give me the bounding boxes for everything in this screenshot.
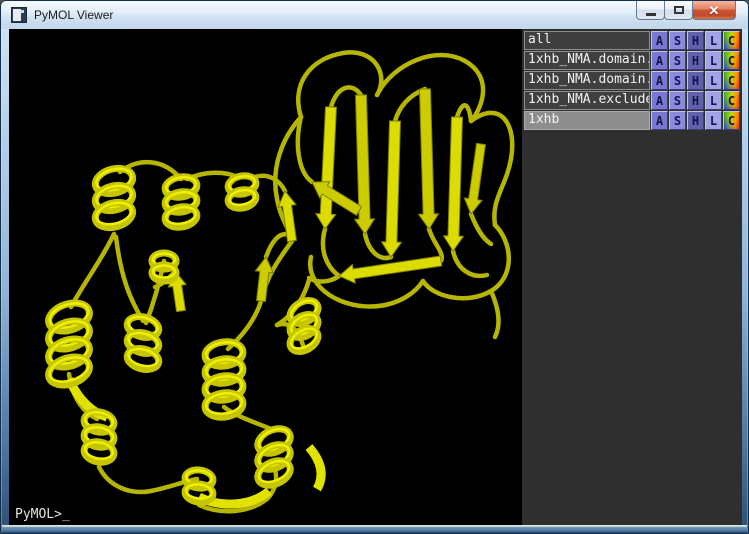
object-row: 1xhb_NMA.domain.ASHLC xyxy=(524,71,740,90)
molecule-viewport[interactable]: PyMOL>_ xyxy=(9,29,522,527)
object-s-button[interactable]: S xyxy=(669,31,686,50)
object-s-button[interactable]: S xyxy=(669,51,686,70)
titlebar[interactable]: PyMOL Viewer ✕ xyxy=(1,1,748,29)
window-controls: ✕ xyxy=(636,1,736,21)
object-panel: allASHLC1xhb_NMA.domain.ASHLC1xhb_NMA.do… xyxy=(522,31,742,131)
object-row: allASHLC xyxy=(524,31,740,50)
window-bottom-frame xyxy=(2,525,747,533)
close-button[interactable]: ✕ xyxy=(692,1,736,20)
object-c-button[interactable]: C xyxy=(723,51,740,70)
object-a-button[interactable]: A xyxy=(651,31,668,50)
object-s-button[interactable]: S xyxy=(669,91,686,110)
client-area: PyMOL>_ allASHLC1xhb_NMA.domain.ASHLC1xh… xyxy=(9,29,742,527)
object-a-button[interactable]: A xyxy=(651,51,668,70)
protein-structure xyxy=(9,29,522,527)
object-s-button[interactable]: S xyxy=(669,71,686,90)
maximize-button[interactable] xyxy=(664,1,693,20)
object-row: 1xhb_NMA.domain.ASHLC xyxy=(524,51,740,70)
object-l-button[interactable]: L xyxy=(705,51,722,70)
object-name[interactable]: 1xhb_NMA.exclude xyxy=(524,91,650,110)
object-c-button[interactable]: C xyxy=(723,111,740,130)
maximize-icon xyxy=(674,6,684,14)
object-l-button[interactable]: L xyxy=(705,111,722,130)
object-row: 1xhbASHLC xyxy=(524,111,740,130)
object-row: 1xhb_NMA.excludeASHLC xyxy=(524,91,740,110)
object-a-button[interactable]: A xyxy=(651,111,668,130)
app-icon xyxy=(11,7,27,23)
object-l-button[interactable]: L xyxy=(705,71,722,90)
object-name[interactable]: 1xhb xyxy=(524,111,650,130)
object-a-button[interactable]: A xyxy=(651,91,668,110)
command-prompt[interactable]: PyMOL>_ xyxy=(15,507,70,522)
object-c-button[interactable]: C xyxy=(723,91,740,110)
minimize-icon xyxy=(646,13,656,16)
window-title: PyMOL Viewer xyxy=(34,8,113,22)
app-icon-detail xyxy=(21,10,24,13)
close-icon: ✕ xyxy=(709,2,720,19)
object-c-button[interactable]: C xyxy=(723,31,740,50)
object-h-button[interactable]: H xyxy=(687,71,704,90)
object-h-button[interactable]: H xyxy=(687,111,704,130)
object-name[interactable]: all xyxy=(524,31,650,50)
object-h-button[interactable]: H xyxy=(687,31,704,50)
minimize-button[interactable] xyxy=(636,1,665,20)
app-icon-detail xyxy=(13,9,21,21)
object-h-button[interactable]: H xyxy=(687,91,704,110)
object-c-button[interactable]: C xyxy=(723,71,740,90)
object-a-button[interactable]: A xyxy=(651,71,668,90)
object-l-button[interactable]: L xyxy=(705,31,722,50)
pymol-viewer-window: PyMOL Viewer ✕ PyMOL>_ allASHLC1xhb_NMA.… xyxy=(0,0,749,534)
object-name[interactable]: 1xhb_NMA.domain. xyxy=(524,51,650,70)
side-panel: allASHLC1xhb_NMA.domain.ASHLC1xhb_NMA.do… xyxy=(522,29,742,527)
object-s-button[interactable]: S xyxy=(669,111,686,130)
object-h-button[interactable]: H xyxy=(687,51,704,70)
object-name[interactable]: 1xhb_NMA.domain. xyxy=(524,71,650,90)
object-l-button[interactable]: L xyxy=(705,91,722,110)
